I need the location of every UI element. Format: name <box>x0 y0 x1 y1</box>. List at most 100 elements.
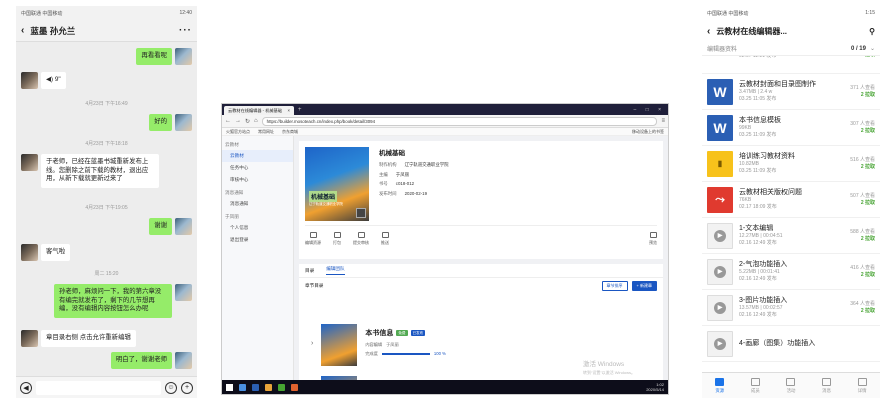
more-icon[interactable]: ··· <box>179 25 192 36</box>
meta-value: c018-012 <box>395 181 415 187</box>
voice-icon[interactable]: ◀ <box>20 381 32 394</box>
page-body: 云教材 云教材 任务中心 审核中心 消息通知 消息通知 于凤丽 个人信息 退出登录 机械基础 辽… <box>222 136 668 380</box>
file-row[interactable]: ▶ 2-气泡功能插入 5.22MB | 00:01:41 02.16 12:49 发… <box>702 254 880 290</box>
file-row[interactable]: ▮ 培训练习教材资料 10.82MB 03.25 11:09 发布 516 人查看 2 … <box>702 146 880 182</box>
avatar[interactable] <box>21 244 38 261</box>
message-bubble[interactable]: 客气啦 <box>41 244 71 261</box>
firefox-icon[interactable] <box>291 383 298 391</box>
tab-team[interactable]: 编辑团队 <box>326 266 345 275</box>
avatar[interactable] <box>175 284 192 301</box>
directory-panel: 目录 编辑团队 章节目录 章节排序 + 新建章 › 本书信息 免费 已发布 内容编辑 于凤… <box>299 264 663 380</box>
start-icon[interactable] <box>226 383 233 391</box>
tab-4[interactable]: 详情 <box>857 377 867 394</box>
bookmark-item[interactable]: 常用网址 <box>258 129 274 135</box>
progress-fill <box>381 352 430 355</box>
plus-icon[interactable]: + <box>181 381 193 394</box>
home-icon[interactable]: ⌂ <box>254 118 258 124</box>
file-row[interactable]: ▶ 4-画廊（图集）功能插入 <box>702 326 880 362</box>
message-bubble[interactable]: 谢谢 <box>149 218 172 235</box>
bookmark-item[interactable]: 火狐官方站点 <box>226 129 250 135</box>
book-action-button[interactable]: 编辑资源 <box>305 231 321 246</box>
pull-count: 2 拉取 <box>861 56 875 59</box>
sort-chapters-button[interactable]: 章节排序 <box>601 281 628 291</box>
forward-icon[interactable]: → <box>235 118 241 124</box>
file-name: 1-文本编辑 <box>739 224 774 232</box>
file-row[interactable]: ▶ 3-图片功能插入 13.57MB | 00:02:57 02.16 12:49 … <box>702 290 880 326</box>
tab-1[interactable]: 成员 <box>750 377 760 394</box>
avatar[interactable] <box>175 114 192 131</box>
message-bubble[interactable]: ◀) 9" <box>41 72 66 89</box>
pull-count: 2 拉取 <box>860 271 875 278</box>
video-file-icon: ▶ <box>707 294 733 321</box>
folder-icon[interactable] <box>265 383 272 391</box>
chevron-right-icon[interactable]: › <box>311 340 313 347</box>
message-bubble[interactable]: 章目录右侧 点击允许重新编辑 <box>41 330 136 347</box>
message-bubble[interactable]: 明白了，谢谢老师 <box>110 352 172 369</box>
browser-icon[interactable] <box>239 383 246 391</box>
book-action-button[interactable]: 预览 <box>649 231 657 246</box>
emoji-icon[interactable]: ☺ <box>165 381 177 394</box>
chapter-author-row: 内容编辑 于凤丽 <box>365 342 445 348</box>
avatar[interactable] <box>21 330 38 347</box>
url-bar[interactable]: https://builder.mosoteach.cn/index.php/b… <box>261 116 658 126</box>
search-icon[interactable]: ⚲ <box>869 27 875 36</box>
chat-header: ‹ 蓝墨 孙允兰 ··· <box>16 20 197 42</box>
back-arrow-icon[interactable]: ‹ <box>707 26 710 37</box>
message-bubble[interactable]: 孙老师，麻烦问一下，我的第六章没有编完就发布了，剩下的几节想再编，没有编辑内容按… <box>54 284 172 318</box>
back-arrow-icon[interactable]: ‹ <box>21 25 24 36</box>
message-bubble[interactable]: 好的 <box>149 114 172 131</box>
browser-tab[interactable]: 云教材在线编辑器 - 机械基础 × <box>224 106 294 115</box>
file-info: 云教材封面和目录图制作 3.47MB | 2.4 w 03.25 11:05 发布 <box>739 81 850 103</box>
menu-icon[interactable]: ≡ <box>661 118 665 124</box>
file-row[interactable]: 02.07 11:21 发布2 拉取 <box>702 56 880 74</box>
tab-directory[interactable]: 目录 <box>305 268 314 274</box>
chapter-thumbnail <box>321 324 358 366</box>
file-stats: 371 人查看 2 拉取 <box>850 85 875 99</box>
pull-count: 2 拉取 <box>860 235 875 242</box>
timestamp: 4月23日 下午16:49 <box>85 101 128 107</box>
video-file-icon: ▶ <box>707 330 733 357</box>
tab-3[interactable]: 消息 <box>822 377 832 394</box>
file-row[interactable]: ⤳ 云教材相关版权问题 76KB 02.17 18:09 发布 507 人查看 2 拉取 <box>702 182 880 218</box>
avatar[interactable] <box>21 72 38 89</box>
new-tab-icon[interactable]: + <box>298 106 302 115</box>
bookmark-item[interactable]: 京东商城 <box>282 129 298 135</box>
new-chapter-button[interactable]: + 新建章 <box>631 281 657 291</box>
folder-header: 编辑器资料 0 / 19 ⌄ <box>702 42 880 56</box>
word-icon[interactable] <box>252 383 259 391</box>
chapter-body: 本书信息 免费 已发布 内容编辑 于凤丽 完成度 100 % <box>365 324 446 359</box>
sidebar-item[interactable]: 退出登录 <box>222 234 293 246</box>
avatar[interactable] <box>175 48 192 65</box>
mobile-bookmarks[interactable]: 移动设备上的书签 <box>632 129 664 135</box>
book-action-button[interactable]: 打包 <box>333 231 341 246</box>
sidebar-item[interactable]: 任务中心 <box>222 162 293 174</box>
back-icon[interactable]: ← <box>225 118 231 124</box>
book-action-button[interactable]: 推送 <box>381 231 389 246</box>
sidebar-item[interactable]: 审核中心 <box>222 174 293 186</box>
book-meta-row: 发布时间 2020-02-19 <box>379 191 449 197</box>
tab-0[interactable]: 资源 <box>715 377 725 394</box>
book-action-button[interactable]: 提交审核 <box>353 231 369 246</box>
sidebar-item[interactable]: 个人信息 <box>222 222 293 234</box>
avatar[interactable] <box>21 154 38 171</box>
message-bubble[interactable]: 再看看呢 <box>136 48 172 65</box>
reload-icon[interactable]: ↻ <box>245 118 250 125</box>
close-tab-icon[interactable]: × <box>288 108 290 113</box>
window-controls[interactable]: – □ × <box>634 106 669 115</box>
file-name: 2-气泡功能插入 <box>739 260 788 268</box>
sidebar-item[interactable]: 云教材 <box>222 150 293 162</box>
avatar[interactable] <box>175 218 192 235</box>
sidebar-item[interactable]: 消息通知 <box>222 198 293 210</box>
avatar[interactable] <box>175 352 192 369</box>
tab-2[interactable]: 活动 <box>786 377 796 394</box>
file-row[interactable]: ▶ 1-文本编辑 12.27MB | 00:04:51 02.16 12:49 发布… <box>702 218 880 254</box>
wechat-icon[interactable] <box>278 383 285 391</box>
progress-bar <box>381 352 430 355</box>
file-row[interactable]: W 本书信息模板 99KB 03.25 11:09 发布 307 人查看 2 拉取 <box>702 110 880 146</box>
activation-watermark: 激活 Windows 转到“设置”以激活 Windows。 <box>583 361 635 376</box>
action-label: 预览 <box>649 239 657 245</box>
chevron-down-icon[interactable]: ⌄ <box>870 45 875 52</box>
message-bubble[interactable]: 于老师，已经在蓝墨书城重新发布上线。您删除之前下载的教材，退出应用，从新下载就更… <box>41 154 159 188</box>
file-row[interactable]: W 云教材封面和目录图制作 3.47MB | 2.4 w 03.25 11:05 发… <box>702 74 880 110</box>
message-input[interactable] <box>36 380 161 395</box>
